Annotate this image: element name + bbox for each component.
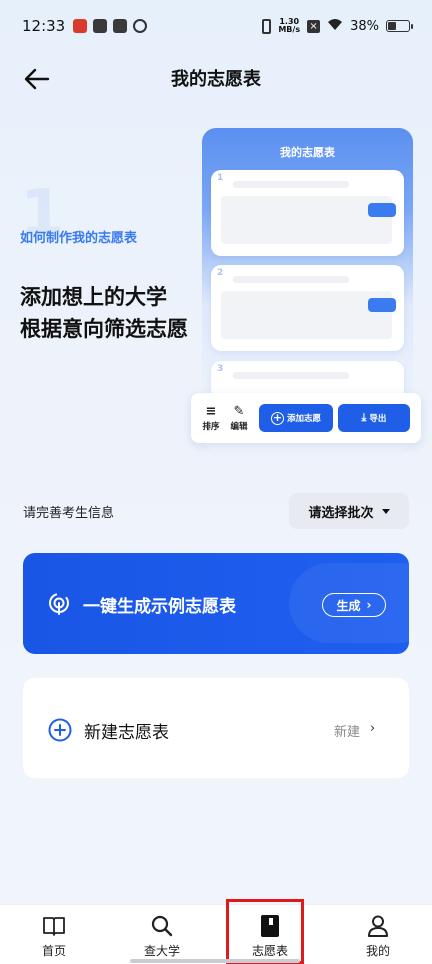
generate-title: 一键生成示例志愿表 — [83, 597, 236, 617]
howto-label: 如何制作我的志愿表 — [20, 231, 138, 246]
page-title: 我的志愿表 — [171, 69, 261, 90]
news-app-icon — [73, 19, 88, 33]
preview-edit: ✎ 编辑 — [225, 403, 253, 432]
tab-search-university-label: 查大学 — [143, 944, 180, 958]
new-table-card[interactable]: 新建志愿表 新建 › — [23, 678, 409, 778]
wifi-icon — [327, 18, 343, 35]
link-app-icon — [133, 19, 148, 33]
generate-button[interactable]: 生成 › — [322, 593, 386, 617]
complete-info-prompt[interactable]: 请完善考生信息 — [23, 502, 114, 521]
sort-icon: ≡ — [205, 403, 217, 419]
battery-icon — [386, 20, 413, 32]
battery-percent: 38% — [350, 18, 379, 34]
new-table-link[interactable]: 新建 › — [334, 721, 375, 740]
preview-export-label: 导出 — [369, 414, 387, 424]
plus-circle-icon — [48, 718, 72, 742]
vibrate-icon — [262, 18, 272, 34]
preview-title: 我的志愿表 — [280, 146, 335, 159]
caret-down-icon — [381, 508, 390, 514]
mail-app-icon — [93, 19, 108, 33]
preview-card-number: 2 — [217, 268, 224, 278]
generate-button-label: 生成 — [336, 598, 361, 613]
preview-card-number: 1 — [217, 173, 224, 183]
edit-icon: ✎ — [233, 403, 245, 419]
chevron-right-icon: › — [366, 598, 372, 612]
preview-export-button: ⤓ 导出 — [338, 404, 410, 432]
broadcast-icon — [49, 593, 69, 615]
book-open-icon — [41, 913, 67, 939]
search-icon — [149, 913, 175, 939]
preview-toolbar: ≡ 排序 ✎ 编辑 + 添加志愿 ⤓ 导出 — [191, 393, 421, 443]
new-table-link-label: 新建 — [334, 725, 361, 740]
preview-edit-label: 编辑 — [230, 421, 248, 432]
tab-home-label: 首页 — [41, 944, 66, 958]
generate-sample-card[interactable]: 一键生成示例志愿表 生成 › — [23, 553, 409, 654]
howto-line-2: 根据意向筛选志愿 — [20, 317, 188, 341]
tab-search-university[interactable]: 查大学 — [108, 905, 216, 964]
preview-add-label: 添加志愿 — [286, 414, 321, 424]
person-icon — [365, 913, 391, 939]
bottom-tab-bar: 首页 查大学 志愿表 我的 — [0, 904, 432, 964]
preview-card: 2 — [211, 265, 404, 351]
preview-sort: ≡ 排序 — [197, 403, 225, 432]
home-indicator[interactable] — [130, 959, 300, 963]
batch-select-label: 请选择批次 — [308, 505, 374, 521]
batch-select[interactable]: 请选择批次 — [289, 493, 409, 529]
preview-add-button: + 添加志愿 — [259, 404, 333, 432]
tab-home[interactable]: 首页 — [0, 905, 108, 964]
tab-mine[interactable]: 我的 — [324, 905, 432, 964]
network-speed: 1.30 MB/s — [278, 18, 300, 34]
no-sim-icon: × — [307, 19, 321, 33]
preview-card: 1 — [211, 170, 404, 256]
selection-highlight-box — [226, 899, 304, 964]
arrow-left-icon — [24, 68, 50, 90]
download-icon: ⤓ — [361, 411, 367, 424]
preview-card-number: 3 — [217, 364, 224, 374]
preview-sort-label: 排序 — [202, 421, 220, 432]
tab-mine-label: 我的 — [365, 944, 390, 958]
app-header: 我的志愿表 — [0, 52, 432, 104]
plus-circle-icon: + — [270, 410, 284, 425]
gallery-app-icon — [113, 19, 128, 33]
speed-unit: MB/s — [278, 25, 301, 34]
back-button[interactable] — [22, 64, 52, 94]
howto-line-1: 添加想上的大学 — [20, 285, 167, 309]
status-bar: 12:33 1.30 MB/s × 38% — [0, 0, 432, 52]
status-time: 12:33 — [22, 17, 66, 35]
chevron-right-icon: › — [370, 721, 376, 736]
new-table-title: 新建志愿表 — [84, 723, 169, 743]
